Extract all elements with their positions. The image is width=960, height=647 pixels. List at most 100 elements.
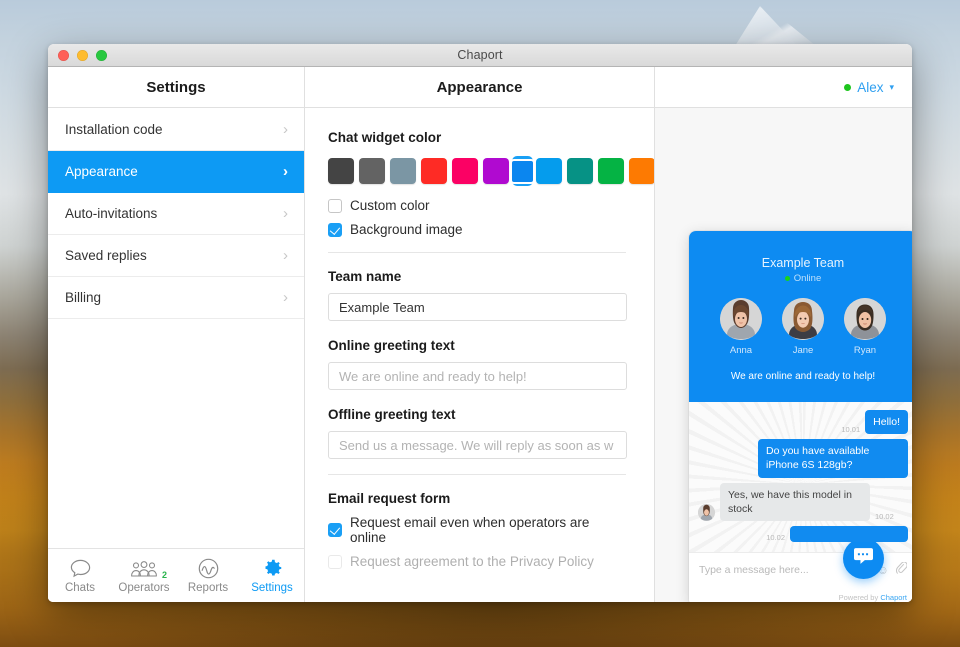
message-bubble: Hello! [865,410,908,435]
chat-launcher-button[interactable] [843,538,884,579]
color-swatch-fill [452,158,478,184]
offline-greeting-input[interactable] [328,431,627,459]
settings-panel-title: Settings [48,67,304,108]
avatar-ryan [844,298,886,340]
window-controls [58,49,107,61]
color-swatch[interactable] [629,158,654,184]
powered-by-brand[interactable]: Chaport [880,593,907,602]
sidebar-item-appearance[interactable]: Appearance › [48,151,304,193]
color-swatch-fill [536,158,562,184]
color-swatch-fill [629,158,654,184]
nav-item-chats[interactable]: Chats [48,558,112,594]
gear-icon [262,558,283,580]
widget-operator[interactable]: Ryan [843,298,887,356]
color-swatch-fill [359,158,385,184]
nav-item-reports[interactable]: Reports [176,558,240,594]
color-swatch[interactable] [390,158,416,184]
color-swatch-fill [390,158,416,184]
powered-by-label: Powered by Chaport [839,593,907,602]
color-swatch[interactable] [536,158,562,184]
online-dot-icon [784,276,790,281]
online-greeting-label: Online greeting text [328,338,455,353]
privacy-policy-checkbox[interactable] [328,554,342,569]
color-swatch[interactable] [598,158,624,184]
message-timestamp: 10.01 [841,425,861,435]
message-bubble: Do you have available iPhone 6S 128gb? [758,439,908,478]
color-swatch[interactable] [359,158,385,184]
nav-item-settings[interactable]: Settings [240,558,304,594]
wave-chart-circle-icon [198,558,219,580]
online-greeting-input[interactable] [328,362,627,390]
background-image-checkbox-row[interactable]: Background image [328,222,626,237]
bottom-navigation-bar: Chats 2 Operators Reports Settings [48,548,304,602]
online-status-dot-icon [844,83,852,91]
background-image-checkbox[interactable] [328,222,342,237]
color-swatch[interactable] [328,158,354,184]
color-swatch-fill [567,158,593,184]
nav-item-operators[interactable]: 2 Operators [112,558,176,594]
settings-sidebar: Settings Installation code › Appearance … [48,67,305,602]
chevron-right-icon: › [283,205,288,222]
nav-item-label: Operators [118,581,170,594]
account-header: Alex ▾ [655,67,912,108]
chat-widget-color-title: Chat widget color [328,130,442,145]
custom-color-checkbox[interactable] [328,198,342,213]
account-menu-button[interactable]: Alex ▾ [844,80,894,95]
operators-count-badge: 2 [161,569,167,580]
widget-status: Online [689,273,912,284]
message-row-visitor-clipped: 10.02 [698,525,908,542]
widget-header: Example Team Online Anna Jane Ryan We ar… [689,231,912,402]
sidebar-item-label: Auto-invitations [65,206,158,221]
color-swatch[interactable] [567,158,593,184]
custom-color-checkbox-row[interactable]: Custom color [328,198,626,213]
message-timestamp: 10.02 [766,532,785,542]
sidebar-item-saved-replies[interactable]: Saved replies › [48,235,304,277]
background-image-label: Background image [350,222,463,237]
color-swatch-selected[interactable] [512,156,533,186]
color-swatch-fill [421,158,447,184]
message-bubble-clipped [790,525,908,542]
paperclip-attach-icon[interactable] [895,561,908,577]
message-row-visitor: Do you have available iPhone 6S 128gb? [698,439,908,478]
color-swatch-fill [483,158,509,184]
widget-operator-name: Ryan [853,345,877,356]
message-row-operator: Yes, we have this model in stock 10.02 [698,482,908,521]
chevron-down-icon: ▾ [889,81,894,92]
widget-operator[interactable]: Jane [781,298,825,356]
widget-operator[interactable]: Anna [719,298,763,356]
request-email-online-label: Request email even when operators are on… [350,515,590,545]
avatar-jane [782,298,824,340]
sidebar-item-billing[interactable]: Billing › [48,277,304,319]
sidebar-item-installation-code[interactable]: Installation code › [48,109,304,151]
color-swatch[interactable] [452,158,478,184]
chevron-right-icon: › [283,247,288,264]
appearance-form-scroll[interactable]: Chat widget color Custom color Backgroun… [305,108,654,602]
privacy-policy-checkbox-row[interactable]: Request agreement to the Privacy Policy [328,554,626,569]
color-swatch[interactable] [421,158,447,184]
team-name-input[interactable] [328,293,627,321]
request-email-online-checkbox-row[interactable]: Request email even when operators are on… [328,515,626,545]
window-title: Chaport [457,48,503,62]
maximize-button[interactable] [96,49,107,61]
widget-status-text: Online [793,273,822,284]
widget-team-name: Example Team [761,256,845,270]
sidebar-item-label: Installation code [65,122,163,137]
message-row-visitor: 10.01 Hello! [698,410,908,435]
window-titlebar[interactable]: Chaport [48,44,912,67]
close-button[interactable] [58,49,69,61]
color-swatch[interactable] [483,158,509,184]
avatar-anna-small [698,503,715,521]
minimize-button[interactable] [77,49,88,61]
request-email-online-checkbox[interactable] [328,523,342,537]
powered-by-prefix: Powered by [838,593,881,602]
desktop-background: Chaport Settings Installation code › App… [0,0,960,647]
widget-greeting-text: We are online and ready to help! [730,371,876,382]
color-swatch-fill [512,160,533,182]
window-body: Settings Installation code › Appearance … [48,67,912,602]
widget-message-list[interactable]: 10.01 Hello! Do you have available iPhon… [689,402,912,552]
chevron-right-icon: › [283,121,288,138]
nav-item-label: Chats [64,581,96,594]
privacy-policy-label: Request agreement to the Privacy Policy [350,554,594,569]
sidebar-item-auto-invitations[interactable]: Auto-invitations › [48,193,304,235]
color-swatch-fill [598,158,624,184]
